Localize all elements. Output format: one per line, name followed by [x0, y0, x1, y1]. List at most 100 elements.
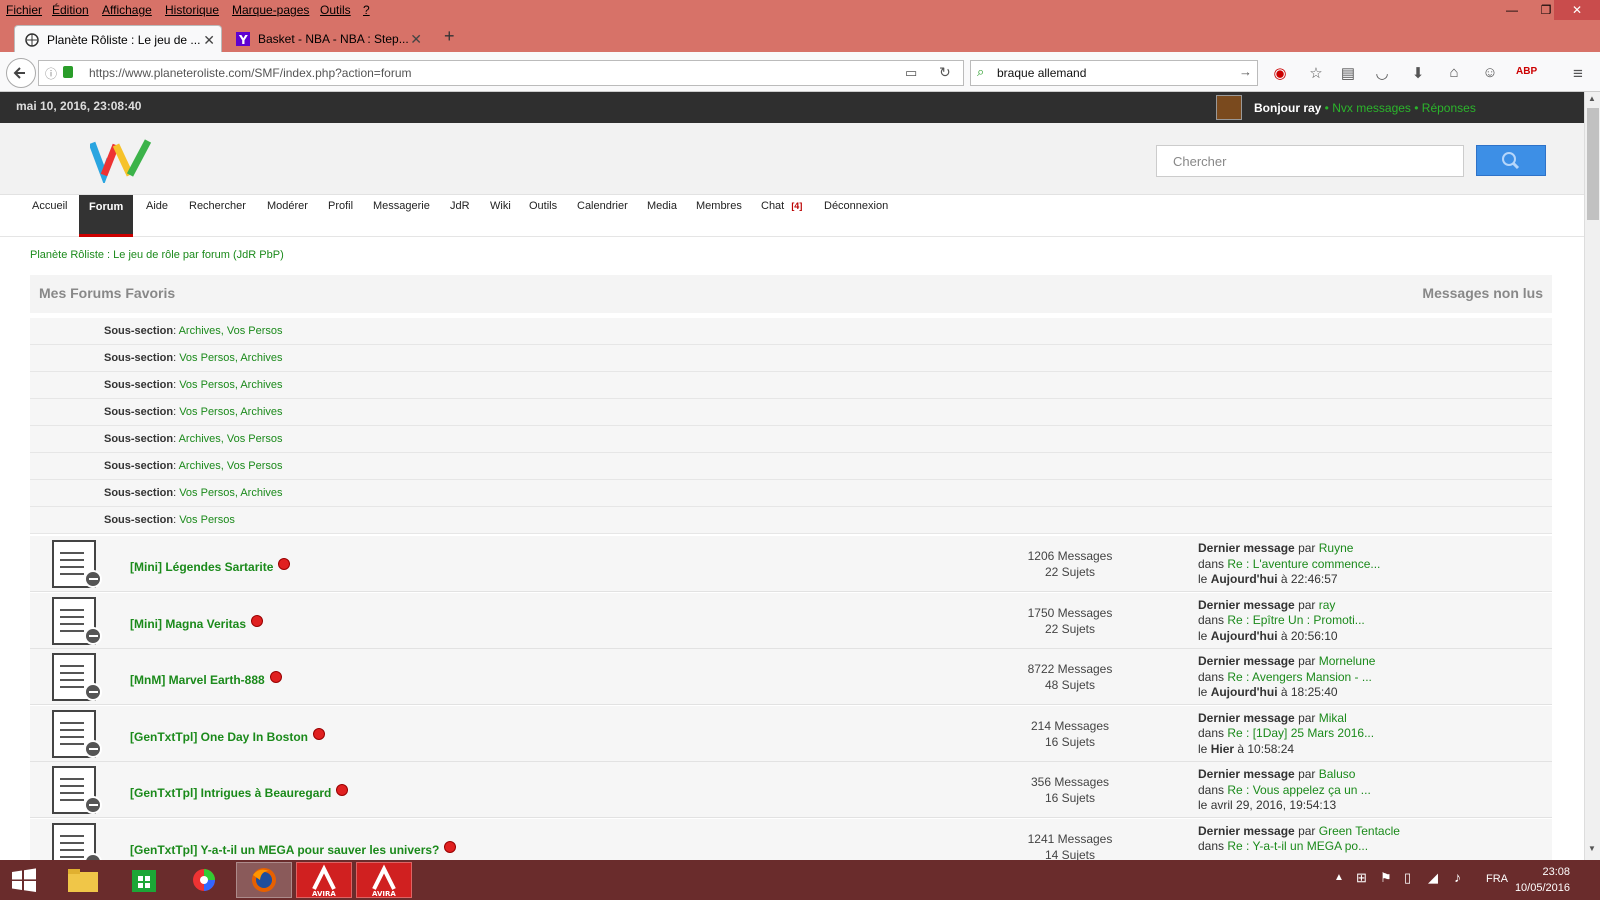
menu-aide[interactable]: Aide — [146, 200, 168, 212]
star-icon[interactable]: ☆ — [1306, 64, 1326, 82]
search-input[interactable]: braque allemand — [997, 66, 1086, 80]
site-search-input[interactable]: Chercher — [1156, 145, 1464, 177]
adblock-icon[interactable]: ABP — [1516, 66, 1537, 77]
menu-outils[interactable]: Outils — [529, 200, 557, 212]
close-tab-icon[interactable]: ✕ — [410, 31, 422, 48]
subsection-links[interactable]: Archives, Vos Persos — [179, 325, 283, 337]
subsection-links[interactable]: Vos Persos, Archives — [179, 379, 282, 391]
board-name-link[interactable]: [GenTxtTpl] Intrigues à Beauregard — [130, 784, 349, 800]
scroll-down-icon[interactable]: ▼ — [1588, 844, 1596, 853]
firefox-button[interactable] — [236, 862, 292, 898]
record-icon[interactable]: ◉ — [1270, 64, 1290, 82]
last-poster-link[interactable]: Green Tentacle — [1319, 824, 1400, 838]
menu-historique[interactable]: Historique — [165, 3, 219, 17]
scrollbar[interactable]: ▲ ▼ — [1584, 92, 1600, 860]
bookmarks-icon[interactable]: ▤ — [1338, 64, 1358, 82]
subsection-links[interactable]: Vos Persos, Archives — [179, 406, 282, 418]
store-button[interactable] — [116, 862, 172, 898]
unread-messages-link[interactable]: Messages non lus — [1422, 285, 1543, 301]
last-poster-link[interactable]: ray — [1319, 598, 1336, 612]
board-no-new-icon[interactable] — [52, 709, 102, 758]
wifi-icon[interactable]: ◢ — [1428, 870, 1438, 886]
last-topic-link[interactable]: Re : Y-a-t-il un MEGA po... — [1227, 839, 1368, 853]
board-no-new-icon[interactable] — [52, 596, 102, 645]
url-bar[interactable]: ⓘ https://www.planeteroliste.com/SMF/ind… — [38, 60, 964, 86]
battery-icon[interactable]: ▯ — [1404, 870, 1411, 886]
menu-help[interactable]: ? — [363, 3, 370, 17]
menu-forum[interactable]: Forum — [79, 195, 134, 237]
minimize-icon[interactable]: — — [1496, 0, 1528, 20]
tab-basket-nba[interactable]: Y Basket - NBA - NBA : Step... ✕ — [226, 25, 428, 52]
tray-chevron-icon[interactable]: ▲ — [1334, 872, 1344, 883]
picasa-button[interactable] — [176, 862, 232, 898]
menu-affichage[interactable]: Affichage — [102, 3, 152, 17]
last-topic-link[interactable]: Re : Vous appelez ça un ... — [1227, 783, 1370, 797]
scroll-thumb[interactable] — [1587, 108, 1599, 220]
subsection-links[interactable]: Vos Persos — [179, 514, 235, 526]
board-name-link[interactable]: [Mini] Magna Veritas — [130, 614, 264, 631]
menu-outils[interactable]: Outils — [320, 3, 351, 17]
last-poster-link[interactable]: Mikal — [1319, 711, 1347, 725]
file-explorer-button[interactable] — [56, 862, 112, 898]
last-poster-link[interactable]: Baluso — [1319, 767, 1356, 781]
menu-accueil[interactable]: Accueil — [32, 200, 67, 212]
last-topic-link[interactable]: Re : L'aventure commence... — [1227, 557, 1380, 571]
windows-tray-icon[interactable]: ⊞ — [1356, 870, 1367, 886]
new-tab-icon[interactable]: + — [444, 26, 455, 47]
menu-messagerie[interactable]: Messagerie — [373, 200, 430, 212]
start-button[interactable] — [0, 862, 56, 898]
menu-wiki[interactable]: Wiki — [490, 200, 511, 212]
search-engine-icon[interactable]: ⌕ — [977, 64, 984, 80]
back-button[interactable] — [6, 58, 36, 88]
last-topic-link[interactable]: Re : [1Day] 25 Mars 2016... — [1227, 726, 1374, 740]
site-logo[interactable] — [90, 135, 154, 183]
breadcrumb[interactable]: Planète Rôliste : Le jeu de rôle par for… — [30, 249, 284, 261]
new-messages-link[interactable]: Nvx messages — [1332, 101, 1411, 115]
close-window-icon[interactable]: ✕ — [1554, 0, 1600, 20]
chat-icon[interactable]: ☺ — [1480, 64, 1500, 81]
volume-icon[interactable]: ♪ — [1454, 869, 1461, 885]
flag-icon[interactable]: ⚑ — [1380, 870, 1392, 886]
board-no-new-icon[interactable] — [52, 653, 102, 701]
last-poster-link[interactable]: Ruyne — [1319, 541, 1354, 555]
go-arrow-icon[interactable]: → — [1239, 64, 1252, 79]
avatar[interactable] — [1216, 95, 1242, 120]
menu-profil[interactable]: Profil — [328, 200, 353, 212]
last-topic-link[interactable]: Re : Epître Un : Promoti... — [1227, 613, 1364, 627]
replies-link[interactable]: Réponses — [1422, 101, 1476, 115]
last-topic-link[interactable]: Re : Avengers Mansion - ... — [1227, 670, 1372, 684]
close-tab-icon[interactable]: ✕ — [203, 32, 215, 49]
menu-calendrier[interactable]: Calendrier — [577, 200, 628, 212]
language-indicator[interactable]: FRA — [1486, 873, 1508, 885]
board-name-link[interactable]: [MnM] Marvel Earth-888 — [130, 671, 282, 687]
home-icon[interactable]: ⌂ — [1444, 64, 1464, 81]
subsection-links[interactable]: Archives, Vos Persos — [179, 433, 283, 445]
subsection-links[interactable]: Vos Persos, Archives — [179, 487, 282, 499]
search-bar[interactable]: ⌕ braque allemand → — [970, 60, 1258, 86]
tab-planete-roliste[interactable]: Planète Rôliste : Le jeu de ... ✕ — [14, 25, 222, 52]
menu-deconnexion[interactable]: Déconnexion — [824, 200, 888, 212]
menu-chat[interactable]: Chat [4] — [761, 200, 802, 212]
clock[interactable]: 23:08 10/05/2016 — [1515, 864, 1570, 896]
board-no-new-icon[interactable] — [52, 540, 102, 588]
scroll-up-icon[interactable]: ▲ — [1588, 94, 1596, 103]
menu-media[interactable]: Media — [647, 200, 677, 212]
board-name-link[interactable]: [GenTxtTpl] Y-a-t-il un MEGA pour sauver… — [130, 840, 457, 857]
site-search-button[interactable] — [1476, 145, 1546, 176]
menu-rechercher[interactable]: Rechercher — [189, 200, 246, 212]
board-name-link[interactable]: [Mini] Légendes Sartarite — [130, 558, 291, 574]
menu-marque-pages[interactable]: Marque-pages — [232, 3, 309, 17]
menu-moderer[interactable]: Modérer — [267, 200, 308, 212]
reload-icon[interactable]: ↻ — [939, 64, 951, 81]
menu-jdr[interactable]: JdR — [450, 200, 470, 212]
info-icon[interactable]: ⓘ — [45, 65, 57, 82]
subsection-links[interactable]: Archives, Vos Persos — [179, 460, 283, 472]
last-poster-link[interactable]: Mornelune — [1319, 654, 1376, 668]
board-name-link[interactable]: [GenTxtTpl] One Day In Boston — [130, 727, 326, 744]
menu-edition[interactable]: Édition — [52, 3, 89, 17]
menu-fichier[interactable]: Fichier — [6, 3, 42, 17]
avira-button[interactable]: AVIRA — [296, 862, 352, 898]
avira-button[interactable]: AVIRA — [356, 862, 412, 898]
pocket-icon[interactable]: ◡ — [1372, 64, 1392, 82]
subsection-links[interactable]: Vos Persos, Archives — [179, 352, 282, 364]
